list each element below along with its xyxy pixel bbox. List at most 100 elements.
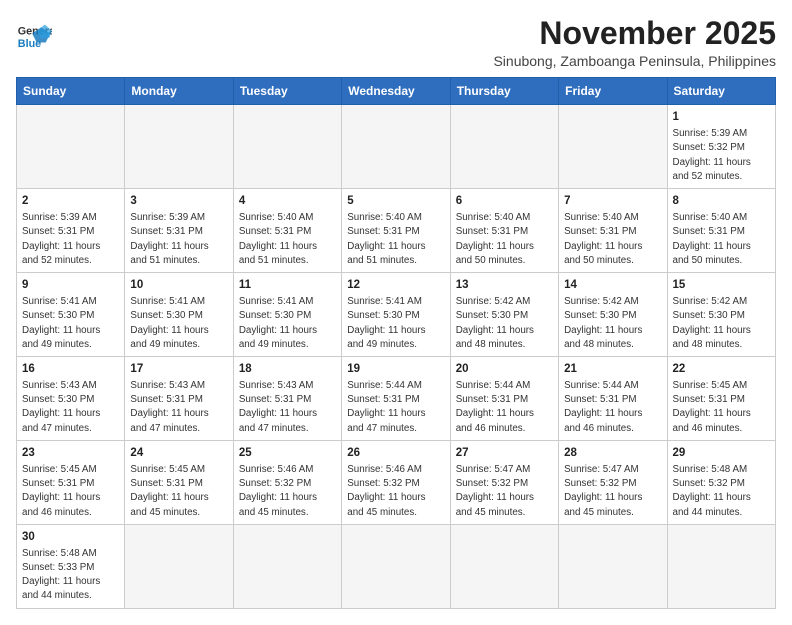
- day-info: Sunrise: 5:42 AM Sunset: 5:30 PM Dayligh…: [564, 295, 661, 352]
- calendar-cell: [233, 105, 341, 189]
- col-header-wednesday: Wednesday: [342, 78, 450, 105]
- day-info: Sunrise: 5:43 AM Sunset: 5:31 PM Dayligh…: [130, 379, 227, 436]
- day-number: 22: [673, 361, 770, 377]
- day-number: 7: [564, 193, 661, 209]
- day-number: 20: [456, 361, 553, 377]
- calendar-week-1: 1 Sunrise: 5:39 AM Sunset: 5:32 PM Daylig…: [17, 105, 776, 189]
- day-info: Sunrise: 5:39 AM Sunset: 5:31 PM Dayligh…: [22, 211, 119, 268]
- col-header-friday: Friday: [559, 78, 667, 105]
- calendar-cell: 5 Sunrise: 5:40 AM Sunset: 5:31 PM Daylig…: [342, 189, 450, 273]
- day-number: 25: [239, 445, 336, 461]
- day-number: 23: [22, 445, 119, 461]
- calendar-cell: [450, 524, 558, 608]
- calendar-cell: 21Sunrise: 5:44 AM Sunset: 5:31 PM Dayli…: [559, 356, 667, 440]
- day-info: Sunrise: 5:41 AM Sunset: 5:30 PM Dayligh…: [239, 295, 336, 352]
- calendar-cell: 24 Sunrise: 5:45 AM Sunset: 5:31 PM Dayli…: [125, 440, 233, 524]
- day-info: Sunrise: 5:40 AM Sunset: 5:31 PM Dayligh…: [456, 211, 553, 268]
- title-section: November 2025 Sinubong, Zamboanga Penins…: [493, 16, 776, 69]
- calendar-cell: [17, 105, 125, 189]
- day-info: Sunrise: 5:44 AM Sunset: 5:31 PM Dayligh…: [347, 379, 444, 436]
- calendar-cell: 13Sunrise: 5:42 AM Sunset: 5:30 PM Dayli…: [450, 273, 558, 357]
- day-info: Sunrise: 5:48 AM Sunset: 5:32 PM Dayligh…: [673, 463, 770, 520]
- day-info: Sunrise: 5:39 AM Sunset: 5:32 PM Dayligh…: [673, 127, 770, 184]
- calendar-cell: 20Sunrise: 5:44 AM Sunset: 5:31 PM Dayli…: [450, 356, 558, 440]
- day-number: 16: [22, 361, 119, 377]
- calendar-cell: [125, 105, 233, 189]
- calendar-cell: 6 Sunrise: 5:40 AM Sunset: 5:31 PM Daylig…: [450, 189, 558, 273]
- calendar-cell: [342, 105, 450, 189]
- calendar-cell: [450, 105, 558, 189]
- day-number: 11: [239, 277, 336, 293]
- day-number: 10: [130, 277, 227, 293]
- logo: General Blue: [16, 20, 52, 56]
- calendar-cell: 8Sunrise: 5:40 AM Sunset: 5:31 PM Daylig…: [667, 189, 775, 273]
- calendar-cell: 4 Sunrise: 5:40 AM Sunset: 5:31 PM Daylig…: [233, 189, 341, 273]
- calendar-cell: 15Sunrise: 5:42 AM Sunset: 5:30 PM Dayli…: [667, 273, 775, 357]
- day-info: Sunrise: 5:41 AM Sunset: 5:30 PM Dayligh…: [130, 295, 227, 352]
- day-number: 12: [347, 277, 444, 293]
- col-header-saturday: Saturday: [667, 78, 775, 105]
- day-number: 3: [130, 193, 227, 209]
- day-number: 28: [564, 445, 661, 461]
- day-info: Sunrise: 5:48 AM Sunset: 5:33 PM Dayligh…: [22, 547, 119, 604]
- calendar-cell: 11 Sunrise: 5:41 AM Sunset: 5:30 PM Dayli…: [233, 273, 341, 357]
- calendar-cell: 3Sunrise: 5:39 AM Sunset: 5:31 PM Daylig…: [125, 189, 233, 273]
- day-number: 1: [673, 109, 770, 125]
- calendar-cell: 2Sunrise: 5:39 AM Sunset: 5:31 PM Daylig…: [17, 189, 125, 273]
- calendar-cell: 19 Sunrise: 5:44 AM Sunset: 5:31 PM Dayli…: [342, 356, 450, 440]
- day-info: Sunrise: 5:40 AM Sunset: 5:31 PM Dayligh…: [564, 211, 661, 268]
- calendar-cell: [559, 105, 667, 189]
- calendar-cell: 26Sunrise: 5:46 AM Sunset: 5:32 PM Dayli…: [342, 440, 450, 524]
- day-info: Sunrise: 5:43 AM Sunset: 5:30 PM Dayligh…: [22, 379, 119, 436]
- location-subtitle: Sinubong, Zamboanga Peninsula, Philippin…: [493, 53, 776, 69]
- page-header: General Blue November 2025 Sinubong, Zam…: [16, 16, 776, 69]
- calendar-cell: [667, 524, 775, 608]
- calendar-cell: 28 Sunrise: 5:47 AM Sunset: 5:32 PM Dayli…: [559, 440, 667, 524]
- day-info: Sunrise: 5:41 AM Sunset: 5:30 PM Dayligh…: [347, 295, 444, 352]
- col-header-thursday: Thursday: [450, 78, 558, 105]
- calendar-cell: 10 Sunrise: 5:41 AM Sunset: 5:30 PM Dayli…: [125, 273, 233, 357]
- day-info: Sunrise: 5:44 AM Sunset: 5:31 PM Dayligh…: [564, 379, 661, 436]
- calendar-week-5: 23 Sunrise: 5:45 AM Sunset: 5:31 PM Dayli…: [17, 440, 776, 524]
- calendar-week-6: 30Sunrise: 5:48 AM Sunset: 5:33 PM Dayli…: [17, 524, 776, 608]
- day-info: Sunrise: 5:46 AM Sunset: 5:32 PM Dayligh…: [347, 463, 444, 520]
- day-number: 6: [456, 193, 553, 209]
- day-number: 29: [673, 445, 770, 461]
- day-info: Sunrise: 5:45 AM Sunset: 5:31 PM Dayligh…: [673, 379, 770, 436]
- calendar-cell: 14Sunrise: 5:42 AM Sunset: 5:30 PM Dayli…: [559, 273, 667, 357]
- day-info: Sunrise: 5:47 AM Sunset: 5:32 PM Dayligh…: [564, 463, 661, 520]
- day-number: 19: [347, 361, 444, 377]
- day-number: 18: [239, 361, 336, 377]
- calendar-cell: 1 Sunrise: 5:39 AM Sunset: 5:32 PM Daylig…: [667, 105, 775, 189]
- day-number: 5: [347, 193, 444, 209]
- day-number: 13: [456, 277, 553, 293]
- calendar-cell: [342, 524, 450, 608]
- calendar-cell: 25 Sunrise: 5:46 AM Sunset: 5:32 PM Dayli…: [233, 440, 341, 524]
- day-info: Sunrise: 5:42 AM Sunset: 5:30 PM Dayligh…: [673, 295, 770, 352]
- day-info: Sunrise: 5:46 AM Sunset: 5:32 PM Dayligh…: [239, 463, 336, 520]
- day-info: Sunrise: 5:45 AM Sunset: 5:31 PM Dayligh…: [130, 463, 227, 520]
- calendar-cell: [233, 524, 341, 608]
- day-number: 4: [239, 193, 336, 209]
- day-info: Sunrise: 5:47 AM Sunset: 5:32 PM Dayligh…: [456, 463, 553, 520]
- col-header-monday: Monday: [125, 78, 233, 105]
- header-row: SundayMondayTuesdayWednesdayThursdayFrid…: [17, 78, 776, 105]
- calendar-week-4: 16 Sunrise: 5:43 AM Sunset: 5:30 PM Dayli…: [17, 356, 776, 440]
- calendar-cell: 17Sunrise: 5:43 AM Sunset: 5:31 PM Dayli…: [125, 356, 233, 440]
- calendar-cell: 29 Sunrise: 5:48 AM Sunset: 5:32 PM Dayli…: [667, 440, 775, 524]
- calendar-cell: 16 Sunrise: 5:43 AM Sunset: 5:30 PM Dayli…: [17, 356, 125, 440]
- month-title: November 2025: [493, 16, 776, 51]
- day-info: Sunrise: 5:40 AM Sunset: 5:31 PM Dayligh…: [347, 211, 444, 268]
- calendar-cell: 23Sunrise: 5:45 AM Sunset: 5:31 PM Dayli…: [17, 440, 125, 524]
- calendar-cell: 22 Sunrise: 5:45 AM Sunset: 5:31 PM Dayli…: [667, 356, 775, 440]
- calendar-table: SundayMondayTuesdayWednesdayThursdayFrid…: [16, 77, 776, 608]
- day-number: 27: [456, 445, 553, 461]
- day-number: 9: [22, 277, 119, 293]
- logo-icon: General Blue: [16, 20, 52, 56]
- calendar-week-3: 9 Sunrise: 5:41 AM Sunset: 5:30 PM Daylig…: [17, 273, 776, 357]
- calendar-week-2: 2Sunrise: 5:39 AM Sunset: 5:31 PM Daylig…: [17, 189, 776, 273]
- calendar-cell: [559, 524, 667, 608]
- day-info: Sunrise: 5:40 AM Sunset: 5:31 PM Dayligh…: [239, 211, 336, 268]
- day-number: 24: [130, 445, 227, 461]
- day-info: Sunrise: 5:40 AM Sunset: 5:31 PM Dayligh…: [673, 211, 770, 268]
